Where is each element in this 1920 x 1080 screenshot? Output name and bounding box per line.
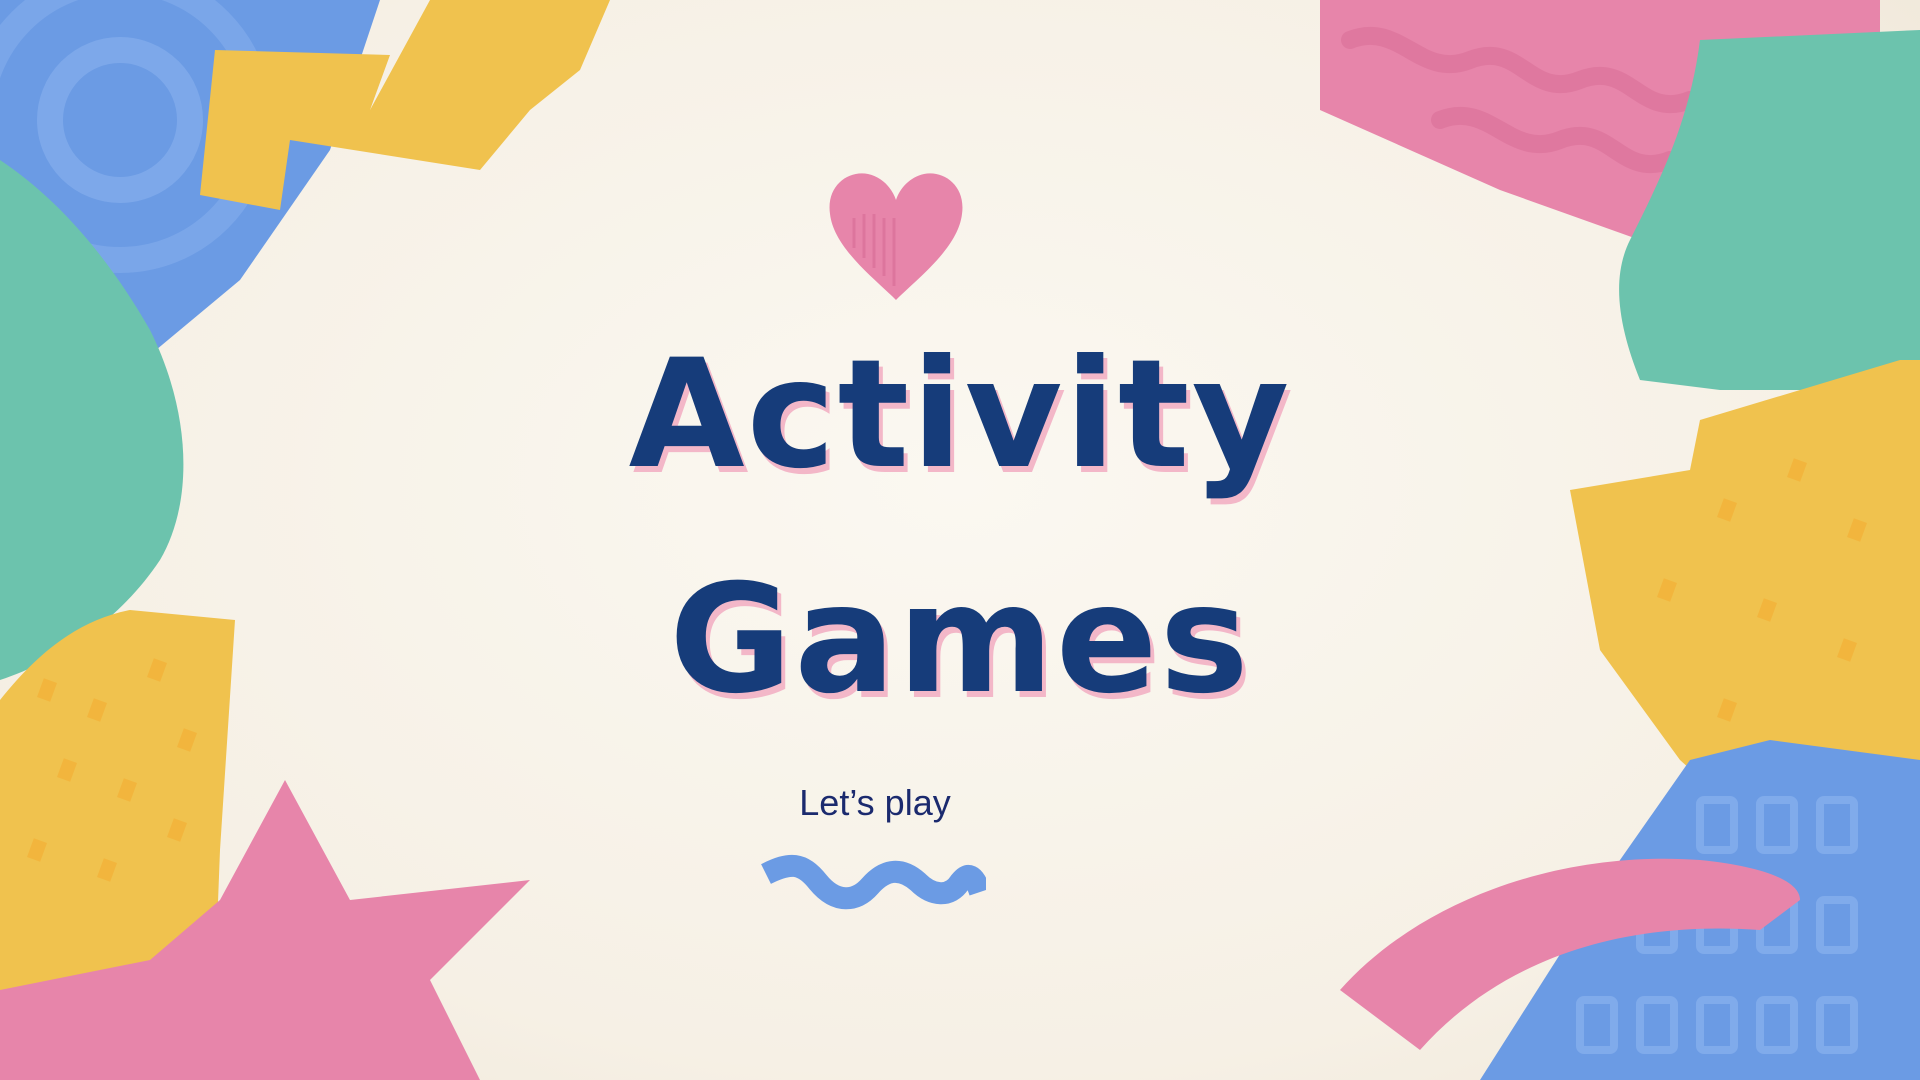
title-line-2: Games <box>669 553 1251 727</box>
title-line-1: Activity <box>628 328 1292 502</box>
slide: Activity Games Let’s play <box>0 0 1920 1080</box>
wavy-line-icon <box>761 854 986 910</box>
heart-icon <box>829 173 963 300</box>
subtitle: Let’s play <box>799 782 951 823</box>
background-decorations <box>0 0 1920 1080</box>
